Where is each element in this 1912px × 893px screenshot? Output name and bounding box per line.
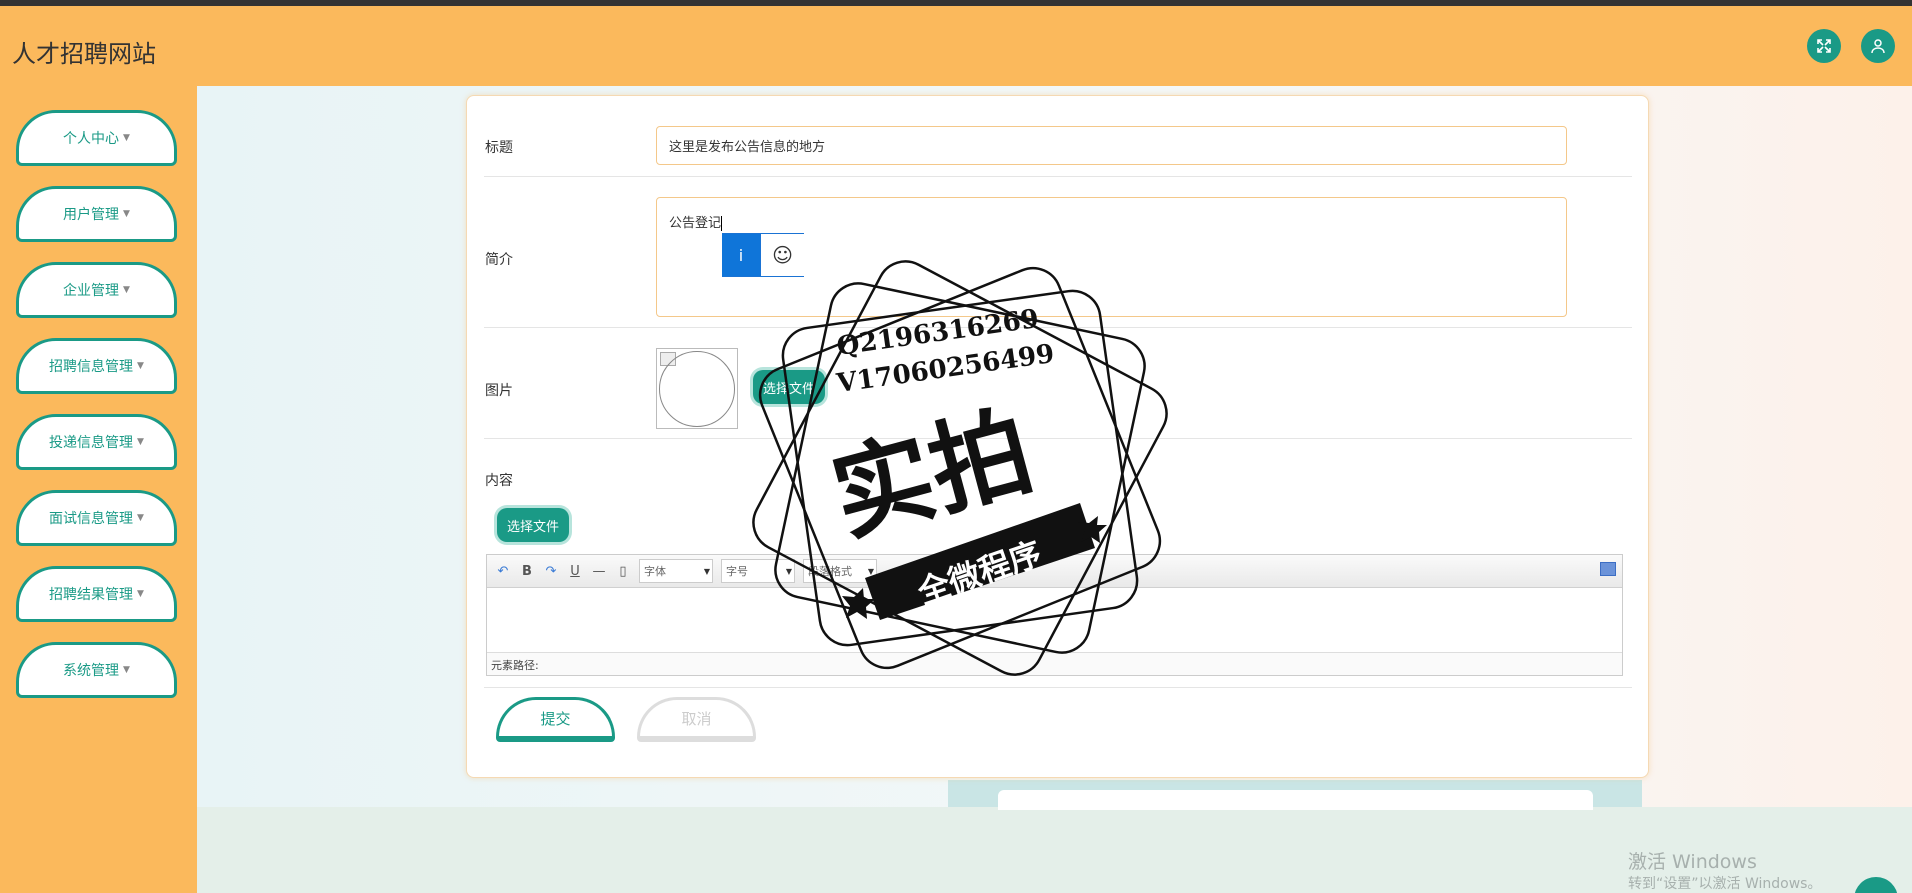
header: 人才招聘网站 bbox=[0, 6, 1912, 86]
caret-down-icon: ▼ bbox=[137, 589, 144, 599]
caret-down-icon: ▼ bbox=[123, 133, 130, 143]
divider bbox=[484, 687, 1632, 688]
dropdown-arrow-icon: ▼ bbox=[785, 566, 792, 576]
sidebar-item-companies[interactable]: 企业管理 ▼ bbox=[16, 262, 177, 318]
page-icon[interactable]: ▯ bbox=[615, 564, 631, 579]
font-size-select-value: 字号 bbox=[726, 565, 748, 578]
divider bbox=[484, 176, 1632, 177]
fullscreen-editor-icon[interactable] bbox=[1600, 562, 1616, 576]
caret-down-icon: ▼ bbox=[137, 437, 144, 447]
text-cursor: ​ bbox=[721, 216, 723, 231]
editor-toolbar: ↶ B ↷ U — ▯ 字体 ▼ 字号 ▼ 段落格式 ▼ bbox=[487, 555, 1622, 588]
image-choose-file-button[interactable]: 选择文件 bbox=[753, 370, 826, 404]
user-icon bbox=[1871, 39, 1885, 54]
sidebar-item-personal-center[interactable]: 个人中心 ▼ bbox=[16, 110, 177, 166]
sidebar-item-users[interactable]: 用户管理 ▼ bbox=[16, 186, 177, 242]
paragraph-format-select-value: 段落格式 bbox=[808, 565, 852, 578]
horizontal-rule-icon[interactable]: — bbox=[591, 564, 607, 579]
ime-mode-button[interactable]: i bbox=[722, 234, 760, 276]
user-button[interactable] bbox=[1861, 29, 1895, 63]
sidebar: 个人中心 ▼ 用户管理 ▼ 企业管理 ▼ 招聘信息管理 ▼ 投递信息管理 ▼ 面试信息管理… bbox=[0, 86, 197, 893]
expand-icon bbox=[1817, 39, 1831, 53]
dropdown-arrow-icon: ▼ bbox=[703, 566, 710, 576]
redo-icon[interactable]: ↷ bbox=[543, 564, 559, 579]
caret-down-icon: ▼ bbox=[123, 665, 130, 675]
title-input-value: 这里是发布公告信息的地方 bbox=[669, 140, 826, 155]
content-label: 内容 bbox=[485, 473, 513, 489]
sidebar-item-system[interactable]: 系统管理 ▼ bbox=[16, 642, 177, 698]
font-size-select[interactable]: 字号 ▼ bbox=[721, 559, 795, 583]
intro-label: 简介 bbox=[485, 252, 513, 268]
sidebar-item-label: 企业管理 bbox=[63, 283, 120, 299]
divider bbox=[484, 438, 1632, 439]
content-choose-file-button[interactable]: 选择文件 bbox=[497, 508, 570, 542]
image-placeholder-circle bbox=[659, 351, 735, 427]
font-select[interactable]: 字体 ▼ bbox=[639, 559, 713, 583]
ime-toolbar[interactable]: i ☺ bbox=[722, 233, 804, 277]
divider bbox=[484, 327, 1632, 328]
intro-textarea-value: 公告登记 bbox=[669, 216, 722, 231]
sidebar-item-interviews[interactable]: 面试信息管理 ▼ bbox=[16, 490, 177, 546]
sidebar-item-results[interactable]: 招聘结果管理 ▼ bbox=[16, 566, 177, 622]
image-preview bbox=[656, 348, 738, 429]
editor-body[interactable] bbox=[487, 588, 1622, 652]
title-input[interactable]: 这里是发布公告信息的地方 bbox=[656, 126, 1567, 165]
sidebar-item-label: 招聘结果管理 bbox=[49, 587, 134, 603]
rich-text-editor: ↶ B ↷ U — ▯ 字体 ▼ 字号 ▼ 段落格式 ▼ 元素路径: bbox=[486, 554, 1623, 676]
submit-button[interactable]: 提交 bbox=[496, 697, 615, 742]
paragraph-format-select[interactable]: 段落格式 ▼ bbox=[803, 559, 877, 583]
site-title: 人才招聘网站 bbox=[12, 40, 156, 68]
font-select-value: 字体 bbox=[644, 565, 666, 578]
caret-down-icon: ▼ bbox=[123, 209, 130, 219]
activate-windows-hint: 转到“设置”以激活 Windows。 bbox=[1628, 876, 1822, 892]
sidebar-item-job-posts[interactable]: 招聘信息管理 ▼ bbox=[16, 338, 177, 394]
sidebar-item-label: 系统管理 bbox=[63, 663, 120, 679]
dropdown-arrow-icon: ▼ bbox=[867, 566, 874, 576]
sidebar-item-label: 用户管理 bbox=[63, 207, 120, 223]
editor-element-path: 元素路径: bbox=[487, 652, 1622, 675]
fullscreen-button[interactable] bbox=[1807, 29, 1841, 63]
cancel-button[interactable]: 取消 bbox=[637, 697, 756, 742]
caret-down-icon: ▼ bbox=[123, 285, 130, 295]
emoji-icon[interactable]: ☺ bbox=[760, 234, 804, 276]
bold-icon[interactable]: B bbox=[519, 564, 535, 579]
image-label: 图片 bbox=[485, 383, 513, 399]
sidebar-item-label: 面试信息管理 bbox=[49, 511, 134, 527]
caret-down-icon: ▼ bbox=[137, 361, 144, 371]
underline-icon[interactable]: U bbox=[567, 564, 583, 579]
activate-windows-title: 激活 Windows bbox=[1628, 851, 1757, 873]
background-card bbox=[998, 790, 1593, 810]
sidebar-item-label: 招聘信息管理 bbox=[49, 359, 134, 375]
sidebar-item-applications[interactable]: 投递信息管理 ▼ bbox=[16, 414, 177, 470]
undo-icon[interactable]: ↶ bbox=[495, 564, 511, 579]
sidebar-item-label: 个人中心 bbox=[63, 131, 120, 147]
sidebar-item-label: 投递信息管理 bbox=[49, 435, 134, 451]
caret-down-icon: ▼ bbox=[137, 513, 144, 523]
title-label: 标题 bbox=[485, 140, 513, 156]
